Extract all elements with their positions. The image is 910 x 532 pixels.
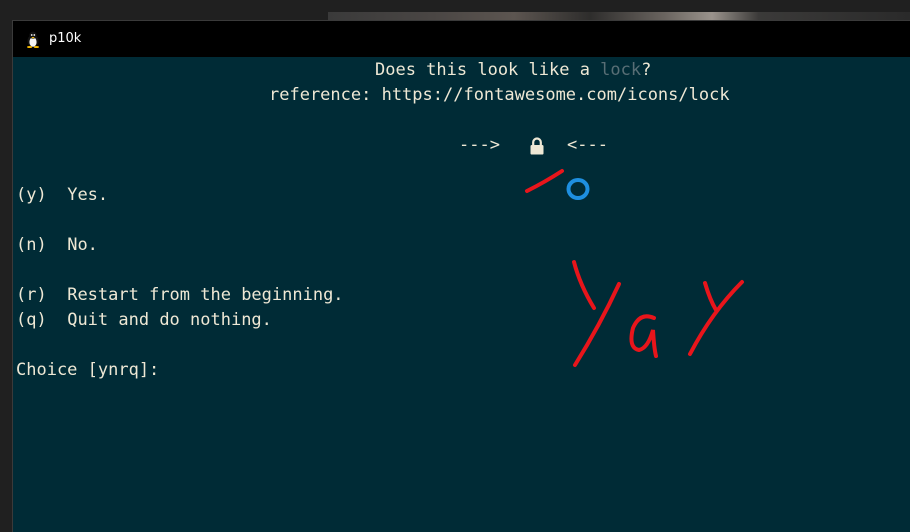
option-yes: (y) Yes. (16, 184, 108, 206)
arrow-right: <--- (567, 135, 608, 155)
question-prefix: Does this look like a (375, 60, 601, 80)
option-label: No. (67, 235, 98, 255)
question-word: lock (600, 60, 642, 80)
option-quit: (q) Quit and do nothing. (16, 309, 272, 331)
lock-icon (530, 137, 544, 155)
option-key: (y) (16, 185, 47, 205)
option-key: (r) (16, 285, 47, 305)
tux-icon (27, 31, 39, 48)
option-label: Restart from the beginning. (67, 285, 344, 305)
window-title: p10k (49, 31, 82, 46)
question-suffix: ? (641, 60, 652, 80)
reference-line: reference: https://fontawesome.com/icons… (269, 85, 730, 105)
choice-prompt: Choice [ynrq]: (16, 360, 160, 380)
terminal-output[interactable]: Does this look like a lock? reference: h… (13, 57, 910, 532)
option-key: (q) (16, 310, 47, 330)
question-line: Does this look like a lock? (375, 59, 651, 81)
terminal-window: p10k Does this look like a lock? referen… (12, 20, 910, 532)
arrow-left: ---> (459, 135, 500, 155)
option-label: Quit and do nothing. (67, 310, 272, 330)
option-key: (n) (16, 235, 47, 255)
title-bar[interactable]: p10k (13, 21, 910, 57)
option-label: Yes. (67, 185, 109, 205)
option-no: (n) No. (16, 234, 98, 256)
option-restart: (r) Restart from the beginning. (16, 284, 344, 306)
screen: p10k Does this look like a lock? referen… (0, 0, 910, 532)
